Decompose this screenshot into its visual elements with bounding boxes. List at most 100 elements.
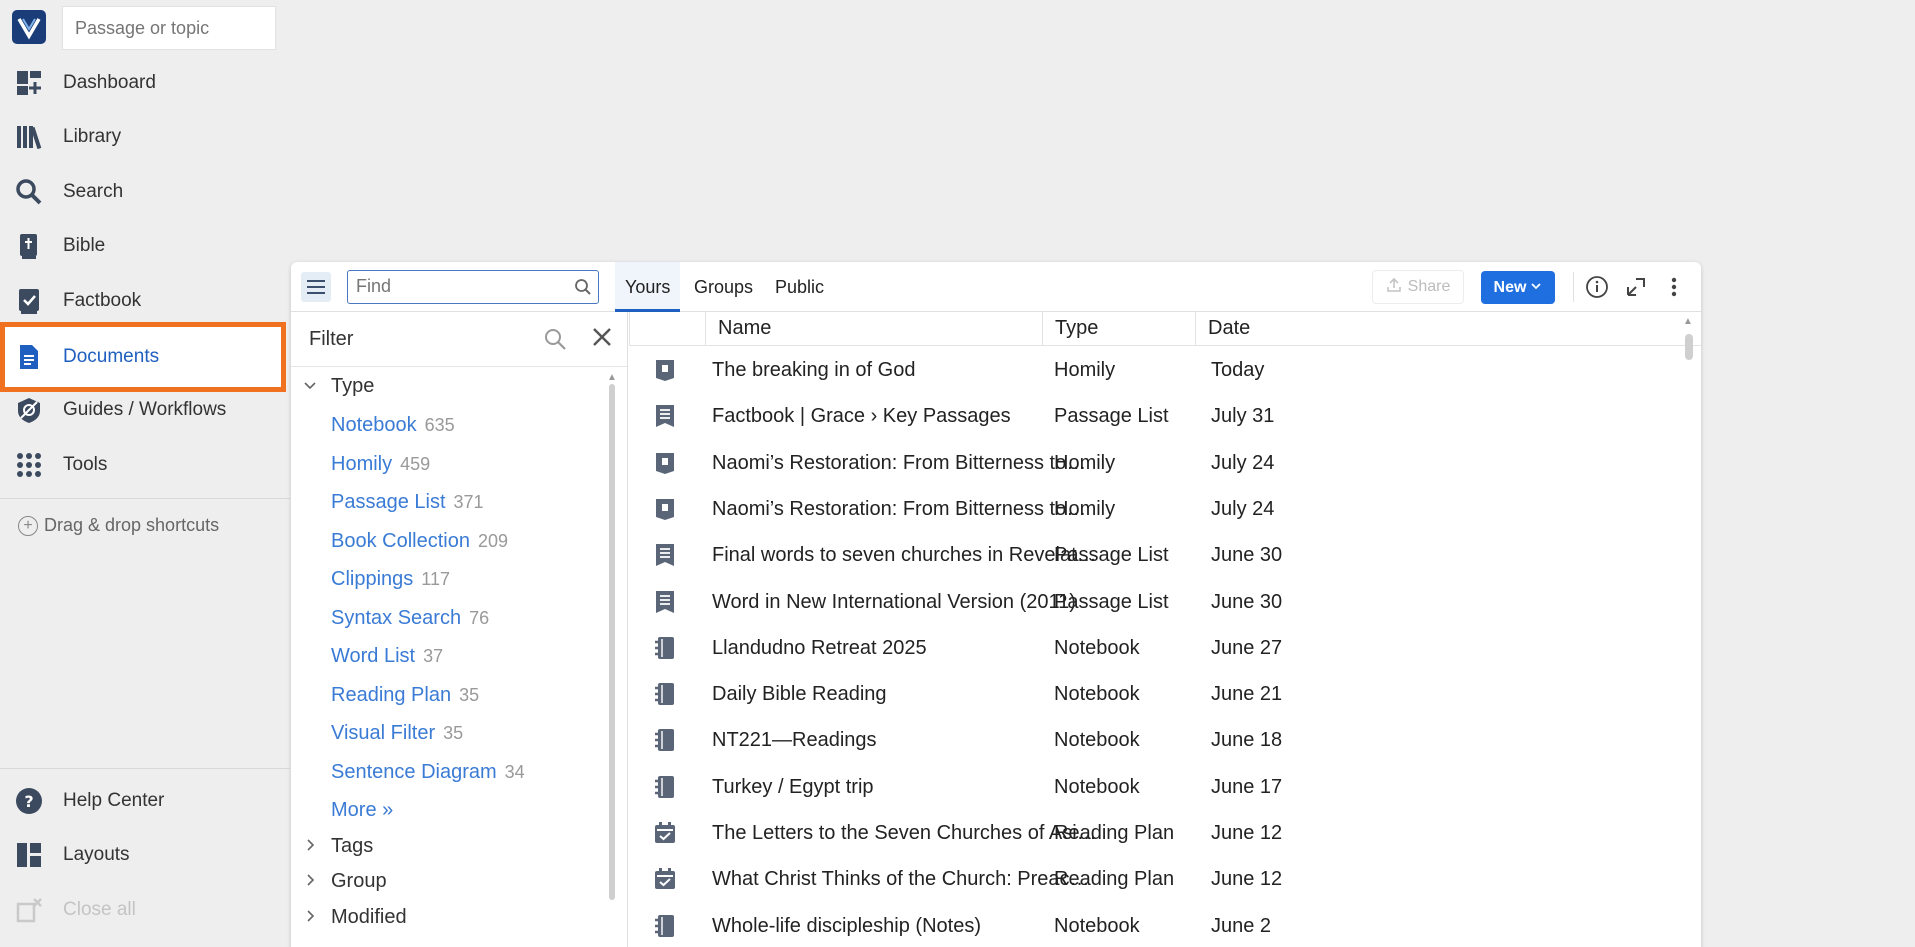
chevron-right-icon — [303, 909, 319, 926]
drag-drop-label: Drag & drop shortcuts — [44, 515, 220, 535]
chevron-right-icon — [303, 838, 319, 855]
table-row[interactable]: What Christ Thinks of the Church: Preac…… — [629, 856, 1679, 902]
notebook-icon — [654, 636, 676, 660]
info-icon[interactable] — [1584, 274, 1610, 300]
filter-group-tags[interactable]: Tags — [303, 835, 373, 858]
filter-type-label: Homily — [331, 453, 393, 475]
row-type: Notebook — [1054, 683, 1140, 706]
table-row[interactable]: Final words to seven churches in Revelat… — [629, 532, 1679, 578]
filter-type-count: 35 — [459, 685, 480, 705]
filter-type-count: 37 — [423, 646, 444, 666]
filter-type-label: Notebook — [331, 414, 417, 436]
filter-type-book-collection[interactable]: Book Collection 209 — [331, 530, 508, 553]
row-type: Homily — [1054, 359, 1116, 381]
filter-scrollbar[interactable] — [609, 384, 615, 900]
more-options-icon[interactable] — [1661, 274, 1687, 300]
find-field[interactable] — [347, 270, 599, 304]
filter-type-homily[interactable]: Homily 459 — [331, 453, 430, 476]
filter-pane: Filter ▲ Type Notebook 635 Homily 459 Pass… — [291, 312, 628, 947]
nav-close-all-label: Close all — [63, 899, 136, 920]
table-row[interactable]: Naomi’s Restoration: From Bitterness to…… — [629, 486, 1679, 532]
new-label: New — [1493, 278, 1527, 296]
search-icon — [14, 177, 44, 207]
table-scrollbar[interactable] — [1685, 334, 1693, 360]
row-type: Notebook — [1054, 914, 1140, 937]
table-row[interactable]: Naomi’s Restoration: From Bitterness to…… — [629, 440, 1679, 486]
filter-group-modified[interactable]: Modified — [303, 906, 407, 929]
table-row[interactable]: NT221—Readings Notebook June 18 — [629, 717, 1679, 763]
close-all-icon — [14, 895, 44, 925]
new-button[interactable]: New — [1481, 271, 1555, 304]
documents-toolbar: Yours Groups Public Share New — [291, 262, 1701, 312]
notebook-icon — [654, 728, 676, 752]
row-date: Today — [1211, 359, 1265, 381]
filter-type-label: Type — [331, 375, 375, 397]
row-type: Homily — [1054, 451, 1116, 474]
share-button[interactable]: Share — [1372, 270, 1464, 304]
library-icon — [14, 122, 44, 152]
filter-title: Filter — [309, 328, 354, 350]
filter-type-clippings[interactable]: Clippings 117 — [331, 568, 450, 591]
filter-search-icon[interactable] — [543, 327, 567, 356]
link-panel-icon[interactable] — [1623, 274, 1649, 300]
row-date: June 21 — [1211, 683, 1283, 706]
filter-type-syntax-search[interactable]: Syntax Search 76 — [331, 607, 489, 630]
table-scroll-up-icon[interactable]: ▲ — [1683, 316, 1693, 327]
find-search-icon — [574, 278, 592, 301]
nav-help-label: Help Center — [63, 790, 165, 811]
row-date: June 12 — [1211, 868, 1283, 891]
nav-documents-label: Documents — [63, 346, 160, 367]
filter-close-icon[interactable] — [591, 326, 613, 352]
column-header-date[interactable]: Date — [1195, 312, 1599, 346]
filter-group-group[interactable]: Group — [303, 870, 387, 893]
tab-yours[interactable]: Yours — [615, 262, 681, 312]
filter-type-visual-filter[interactable]: Visual Filter 35 — [331, 722, 463, 745]
filter-type-label: Clippings — [331, 568, 414, 590]
filter-more-link[interactable]: More » — [331, 799, 393, 822]
table-row[interactable]: Factbook | Grace › Key Passages Passage L… — [629, 393, 1679, 439]
nav-search[interactable]: Search — [0, 167, 290, 217]
nav-factbook[interactable]: Factbook — [0, 276, 290, 326]
nav-tools[interactable]: Tools — [0, 440, 290, 490]
documents-panel: Yours Groups Public Share New Filter — [291, 262, 1701, 947]
hamburger-menu-icon[interactable] — [301, 272, 331, 302]
nav-library[interactable]: Library — [0, 112, 290, 162]
filter-type-sentence-diagram[interactable]: Sentence Diagram 34 — [331, 761, 525, 784]
filter-scroll-up-icon[interactable]: ▲ — [607, 372, 617, 383]
table-row[interactable]: Daily Bible Reading Notebook June 21 — [629, 671, 1679, 717]
homily-icon — [654, 497, 676, 521]
filter-type-passage-list[interactable]: Passage List 371 — [331, 491, 484, 514]
nav-close-all[interactable]: Close all — [0, 885, 290, 935]
table-row[interactable]: The Letters to the Seven Churches of Asi… — [629, 810, 1679, 856]
find-input[interactable] — [356, 271, 566, 301]
filter-type-notebook[interactable]: Notebook 635 — [331, 414, 455, 437]
table-row[interactable]: Word in New International Version (2011)… — [629, 579, 1679, 625]
table-row[interactable]: Turkey / Egypt trip Notebook June 17 — [629, 764, 1679, 810]
help-icon: ? — [14, 786, 44, 816]
filter-type-word-list[interactable]: Word List 37 — [331, 645, 443, 668]
column-header-type[interactable]: Type — [1042, 312, 1195, 346]
nav-guides-workflows[interactable]: Guides / Workflows — [0, 385, 290, 435]
filter-type-count: 76 — [469, 608, 490, 628]
filter-type-group[interactable]: Type — [303, 375, 374, 398]
table-row[interactable]: The breaking in of God Homily Today — [629, 347, 1679, 393]
tab-public[interactable]: Public — [765, 262, 834, 312]
filter-type-count: 34 — [504, 762, 525, 782]
nav-help-center[interactable]: ? Help Center — [0, 776, 290, 826]
passage-search-input[interactable] — [62, 6, 276, 50]
filter-type-label: Syntax Search — [331, 607, 462, 629]
table-row[interactable]: Whole-life discipleship (Notes) Notebook J… — [629, 903, 1679, 947]
filter-group-label: Group — [331, 870, 387, 892]
drag-drop-shortcuts[interactable]: + Drag & drop shortcuts — [18, 515, 219, 536]
logos-logo-icon[interactable] — [12, 10, 46, 44]
filter-type-reading-plan[interactable]: Reading Plan 35 — [331, 684, 479, 707]
nav-bible[interactable]: Bible — [0, 221, 290, 271]
nav-layouts[interactable]: Layouts — [0, 830, 290, 880]
filter-group-label: Tags — [331, 835, 374, 857]
add-circle-icon: + — [18, 515, 38, 536]
nav-dashboard[interactable]: Dashboard — [0, 58, 290, 108]
share-label: Share — [1407, 278, 1451, 295]
tab-groups[interactable]: Groups — [684, 262, 763, 312]
nav-documents[interactable]: Documents — [0, 322, 286, 392]
table-row[interactable]: Llandudno Retreat 2025 Notebook June 27 — [629, 625, 1679, 671]
